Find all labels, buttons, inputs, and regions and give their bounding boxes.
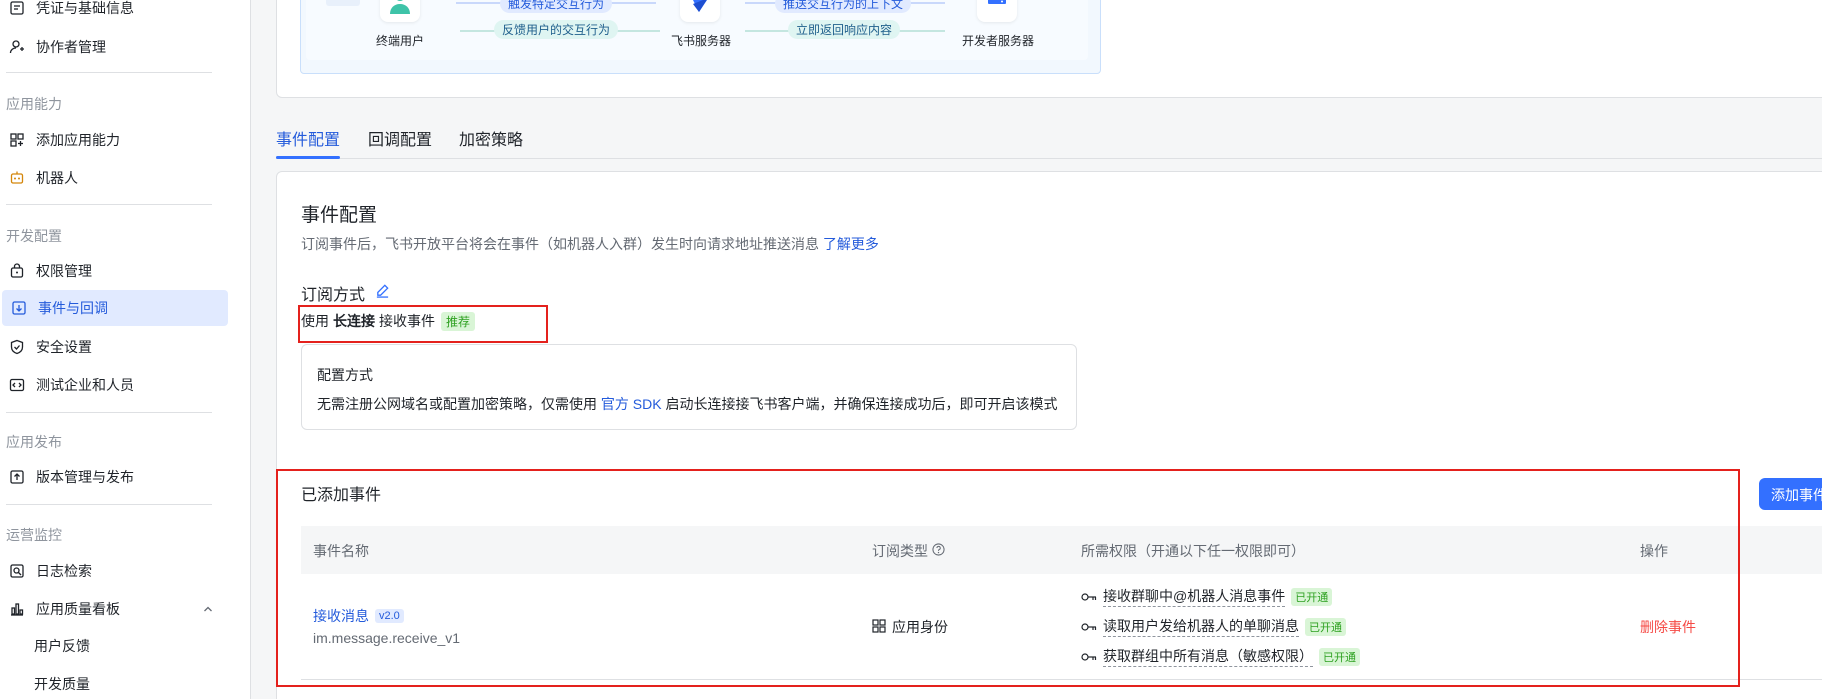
tab-event-config[interactable]: 事件配置 <box>276 126 340 150</box>
node-placeholder <box>326 0 360 6</box>
sidebar-divider <box>6 72 212 73</box>
feishu-server-label: 飞书服务器 <box>671 34 732 48</box>
sidebar-item-events[interactable]: 事件与回调 <box>2 290 228 326</box>
sidebar-item-dev-quality[interactable]: 开发质量 <box>0 666 228 699</box>
config-method-desc: 无需注册公网域名或配置加密策略，仅需使用 官方 SDK 启动长连接接飞书客户端，… <box>317 394 1057 414</box>
log-search-icon <box>8 562 26 580</box>
subscribe-mode-header: 订阅方式 <box>301 281 390 305</box>
highlight-box <box>276 469 1740 687</box>
sidebar-item-label: 添加应用能力 <box>36 132 120 148</box>
sidebar-item-security[interactable]: 安全设置 <box>0 329 228 365</box>
sidebar-item-label: 日志检索 <box>36 563 92 579</box>
official-sdk-link[interactable]: 官方 SDK <box>601 396 662 412</box>
robot-icon <box>8 169 26 187</box>
sidebar-item-credentials[interactable]: 凭证与基础信息 <box>0 0 228 26</box>
sidebar-item-add-capability[interactable]: 添加应用能力 <box>0 122 228 158</box>
sidebar-item-release[interactable]: 版本管理与发布 <box>0 459 228 495</box>
sidebar-item-label: 机器人 <box>36 170 78 186</box>
tab-callback-config[interactable]: 回调配置 <box>368 126 432 150</box>
config-method-title: 配置方式 <box>317 367 373 383</box>
end-user-label: 终端用户 <box>376 34 425 48</box>
sidebar-item-label: 凭证与基础信息 <box>36 0 134 16</box>
sidebar: 凭证与基础信息 协作者管理 应用能力 添加应用能力 机器人 开发配置 权限管理 … <box>0 0 251 699</box>
user-add-icon <box>8 38 26 56</box>
upload-icon <box>8 468 26 486</box>
sidebar-divider <box>6 412 212 413</box>
subscribe-mode-title: 订阅方式 <box>301 287 366 304</box>
chart-icon <box>8 600 26 618</box>
sidebar-item-label: 事件与回调 <box>38 300 108 316</box>
sidebar-item-test-enterprise[interactable]: 测试企业和人员 <box>0 367 228 403</box>
dev-server-label: 开发者服务器 <box>962 34 1035 48</box>
sidebar-item-label: 版本管理与发布 <box>36 469 134 485</box>
server-icon <box>977 0 1017 22</box>
sidebar-group-label: 应用能力 <box>6 96 62 112</box>
add-event-button[interactable]: 添加事件 <box>1759 478 1822 510</box>
sidebar-item-log-search[interactable]: 日志检索 <box>0 553 228 589</box>
sidebar-item-user-feedback[interactable]: 用户反馈 <box>0 628 228 664</box>
chevron-up-icon[interactable] <box>202 602 214 618</box>
flow-label: 立即返回响应内容 <box>788 20 901 39</box>
sidebar-item-robot[interactable]: 机器人 <box>0 160 228 196</box>
sidebar-item-quality-board[interactable]: 应用质量看板 <box>0 591 228 627</box>
sidebar-item-label: 测试企业和人员 <box>36 377 134 393</box>
flow-label: 反馈用户的交互行为 <box>494 20 619 39</box>
config-desc-text: 无需注册公网域名或配置加密策略，仅需使用 <box>317 396 597 412</box>
sidebar-item-label: 协作者管理 <box>36 39 106 55</box>
section-title: 事件配置 <box>301 205 378 226</box>
sidebar-divider <box>6 504 212 505</box>
learn-more-link[interactable]: 了解更多 <box>823 236 879 252</box>
credential-icon <box>8 0 26 17</box>
config-desc-text: 启动长连接接飞书客户端，并确保连接成功后，即可开启该模式 <box>665 396 1058 412</box>
flow-label: 触发特定交互行为 <box>500 0 613 13</box>
lock-icon <box>8 262 26 280</box>
section-description: 订阅事件后，飞书开放平台将会在事件（如机器人入群）发生时向请求地址推送消息 了解… <box>301 234 879 254</box>
tab-encryption[interactable]: 加密策略 <box>459 126 523 150</box>
config-method-box <box>301 344 1077 430</box>
end-user-icon <box>380 0 420 22</box>
sidebar-item-label: 用户反馈 <box>34 638 90 654</box>
shield-icon <box>8 338 26 356</box>
sidebar-item-label: 应用质量看板 <box>36 601 120 617</box>
edit-icon[interactable] <box>375 283 390 303</box>
sidebar-group-label: 开发配置 <box>6 228 62 244</box>
feishu-logo-icon <box>680 0 720 22</box>
sidebar-group-label: 运营监控 <box>6 527 62 543</box>
tab-active-indicator <box>276 156 340 159</box>
sidebar-item-collaborators[interactable]: 协作者管理 <box>0 29 228 65</box>
sidebar-item-label: 安全设置 <box>36 339 92 355</box>
sidebar-divider <box>6 204 212 205</box>
description-text: 订阅事件后，飞书开放平台将会在事件（如机器人入群）发生时向请求地址推送消息 <box>301 236 819 252</box>
sidebar-item-permissions[interactable]: 权限管理 <box>0 253 228 289</box>
sidebar-item-label: 开发质量 <box>34 676 90 692</box>
code-icon <box>8 376 26 394</box>
grid-add-icon <box>8 131 26 149</box>
flow-label: 推送交互行为的上下文 <box>775 0 912 13</box>
highlight-box <box>298 305 548 343</box>
sidebar-group-label: 应用发布 <box>6 434 62 450</box>
tab-bar: 事件配置 回调配置 加密策略 <box>276 118 1822 159</box>
event-icon <box>10 299 28 317</box>
sidebar-item-label: 权限管理 <box>36 263 92 279</box>
